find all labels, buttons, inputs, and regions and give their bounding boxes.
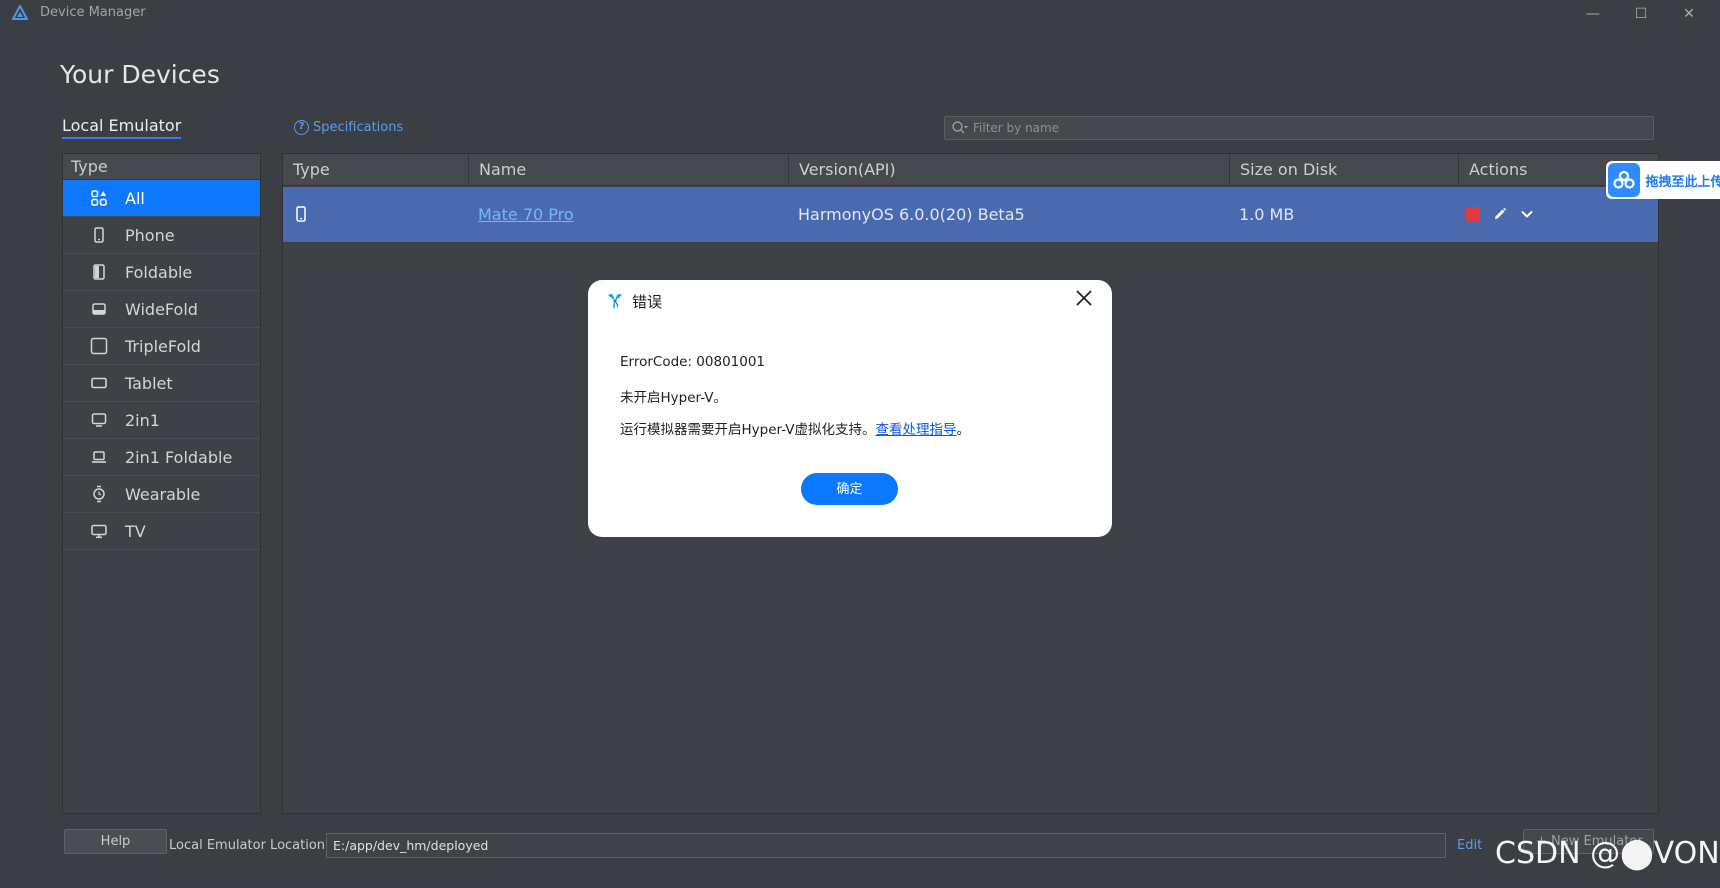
- error-message: 未开启Hyper-V。: [620, 390, 728, 406]
- ok-button[interactable]: 确定: [801, 473, 898, 505]
- type-item-all[interactable]: All: [63, 180, 260, 217]
- type-panel: Type All Phone Foldable WideFold TripleF…: [62, 153, 261, 814]
- type-item-triplefold[interactable]: TripleFold: [63, 328, 260, 365]
- widefold-icon: [89, 299, 109, 319]
- laptop-icon: [89, 447, 109, 467]
- type-header: Type: [63, 154, 260, 180]
- type-item-label: WideFold: [125, 299, 198, 319]
- help-circle-icon: ?: [294, 120, 309, 135]
- type-item-wearable[interactable]: Wearable: [63, 476, 260, 513]
- filter-field[interactable]: [944, 116, 1654, 140]
- error-hint-text: 运行模拟器需要开启Hyper-V虚拟化支持。: [620, 422, 876, 438]
- window-title: Device Manager: [40, 5, 146, 20]
- device-size: 1.0 MB: [1239, 205, 1295, 224]
- close-icon[interactable]: [1074, 288, 1094, 308]
- cloud-upload-icon: [1608, 163, 1641, 197]
- tv-icon: [89, 521, 109, 541]
- filter-input[interactable]: [973, 118, 1643, 138]
- specifications-label: Specifications: [313, 120, 404, 135]
- column-header-version[interactable]: Version(API): [788, 154, 1229, 186]
- app-logo-icon: [608, 294, 622, 309]
- error-hint: 运行模拟器需要开启Hyper-V虚拟化支持。查看处理指导。: [620, 418, 970, 438]
- search-icon: [952, 121, 968, 134]
- device-type-cell: [283, 187, 468, 242]
- type-item-tv[interactable]: TV: [63, 513, 260, 550]
- close-window-button[interactable]: ✕: [1666, 2, 1712, 26]
- foldable-icon: [89, 262, 109, 282]
- column-header-type[interactable]: Type: [283, 154, 468, 186]
- type-item-label: 2in1 Foldable: [125, 447, 233, 467]
- type-item-foldable[interactable]: Foldable: [63, 254, 260, 291]
- type-item-label: 2in1: [125, 410, 160, 430]
- maximize-button[interactable]: ☐: [1618, 2, 1664, 26]
- location-label: Local Emulator Location:: [169, 838, 330, 853]
- dialog-title: 错误: [632, 293, 663, 311]
- type-item-label: Tablet: [125, 373, 173, 393]
- specifications-link[interactable]: ? Specifications: [294, 120, 403, 135]
- tablet-icon: [89, 373, 109, 393]
- type-item-2in1[interactable]: 2in1: [63, 402, 260, 439]
- location-field[interactable]: E:/app/dev_hm/deployed: [326, 833, 1446, 858]
- column-header-name[interactable]: Name: [468, 154, 788, 186]
- stop-icon[interactable]: [1466, 207, 1480, 221]
- device-version: HarmonyOS 6.0.0(20) Beta5: [798, 205, 1025, 224]
- watermark-text: CSDN @⬤VON: [1495, 836, 1720, 871]
- phone-icon: [89, 225, 109, 245]
- guide-link[interactable]: 查看处理指导: [876, 422, 957, 438]
- type-item-label: TripleFold: [125, 336, 201, 356]
- phone-icon: [296, 206, 306, 222]
- page-title: Your Devices: [60, 60, 220, 89]
- type-item-label: Phone: [125, 225, 175, 245]
- app-logo-icon: [12, 5, 28, 20]
- monitor-icon: [89, 410, 109, 430]
- watch-icon: [89, 484, 109, 504]
- device-name-link[interactable]: Mate 70 Pro: [468, 187, 788, 242]
- table-row[interactable]: Mate 70 Pro HarmonyOS 6.0.0(20) Beta5 1.…: [283, 187, 1658, 242]
- type-item-2in1-foldable[interactable]: 2in1 Foldable: [63, 439, 260, 476]
- edit-icon[interactable]: [1492, 206, 1508, 222]
- tab-local-emulator[interactable]: Local Emulator: [62, 116, 182, 139]
- type-item-tablet[interactable]: Tablet: [63, 365, 260, 402]
- error-hint-suffix: 。: [956, 422, 971, 438]
- type-item-label: TV: [125, 521, 146, 541]
- type-item-widefold[interactable]: WideFold: [63, 291, 260, 328]
- column-header-size[interactable]: Size on Disk: [1229, 154, 1458, 186]
- type-item-phone[interactable]: Phone: [63, 217, 260, 254]
- title-bar: Device Manager — ☐ ✕: [0, 0, 1720, 28]
- chevron-down-icon[interactable]: [1519, 206, 1535, 222]
- grid-apps-icon: [89, 188, 109, 208]
- help-button[interactable]: Help: [64, 829, 167, 854]
- edit-location-link[interactable]: Edit: [1457, 838, 1482, 853]
- minimize-button[interactable]: —: [1570, 2, 1616, 26]
- table-header: Type Name Version(API) Size on Disk Acti…: [283, 154, 1658, 186]
- error-code: ErrorCode: 00801001: [620, 354, 766, 370]
- drag-upload-text: 拖拽至此上传: [1645, 174, 1720, 190]
- drag-upload-widget[interactable]: 拖拽至此上传: [1606, 161, 1720, 199]
- type-item-label: Foldable: [125, 262, 193, 282]
- error-dialog: 错误 ErrorCode: 00801001 未开启Hyper-V。 运行模拟器…: [588, 280, 1112, 537]
- type-item-label: All: [125, 188, 145, 208]
- triplefold-icon: [89, 336, 109, 356]
- type-item-label: Wearable: [125, 484, 201, 504]
